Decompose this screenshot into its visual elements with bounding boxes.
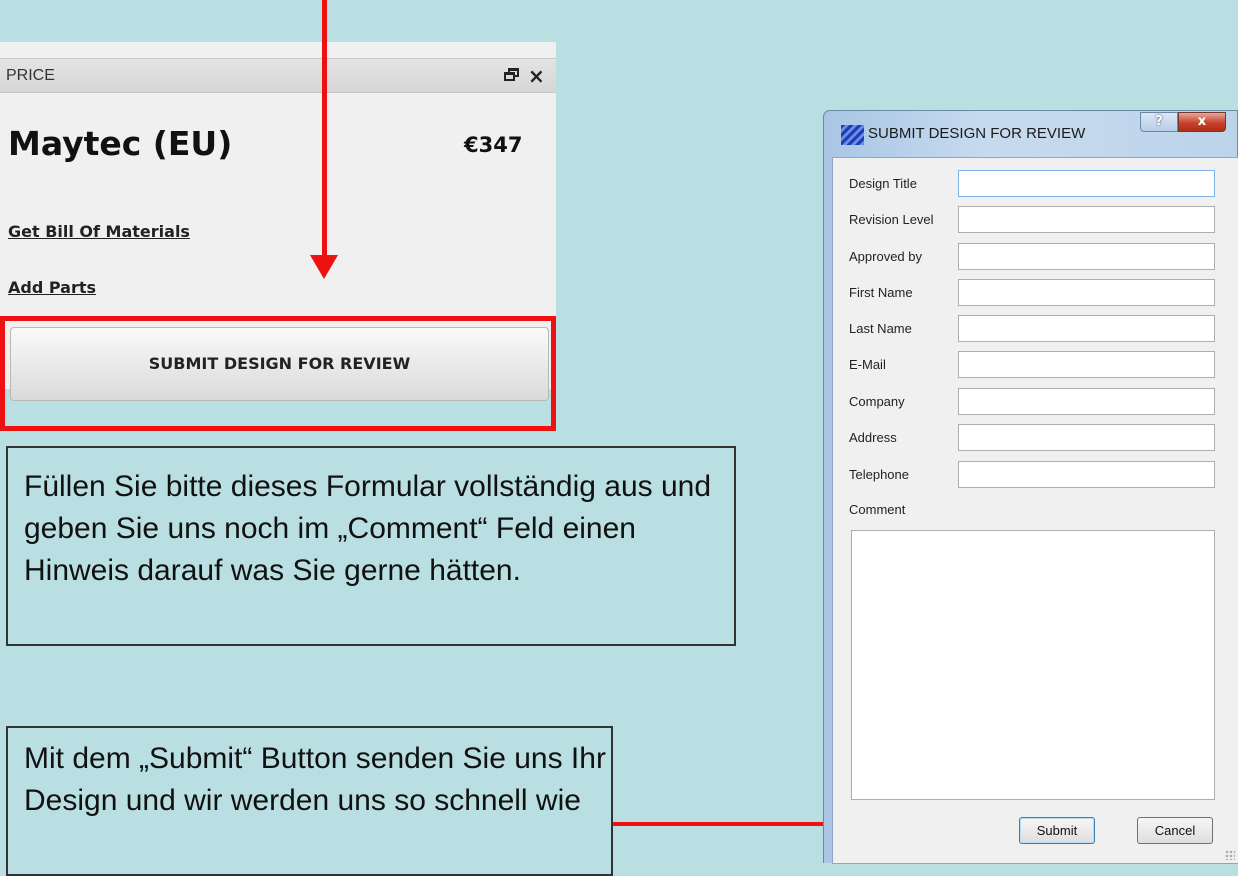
last-name-input[interactable] [958,315,1215,342]
approved-by-input[interactable] [958,243,1215,270]
dialog-title: SUBMIT DESIGN FOR REVIEW [868,125,1086,142]
help-button[interactable]: ? [1140,112,1178,132]
form-instructions-callout: Füllen Sie bitte dieses Formular vollstä… [6,446,736,646]
email-input[interactable] [958,351,1215,378]
approved-by-label: Approved by [849,249,922,264]
address-input[interactable] [958,424,1215,451]
price-panel-header: PRICE × [0,58,556,93]
dialog-body: Design Title Revision Level Approved by … [832,157,1238,864]
telephone-input[interactable] [958,461,1215,488]
revision-level-label: Revision Level [849,212,934,227]
resize-grip-icon[interactable] [1225,850,1235,860]
email-label: E-Mail [849,357,886,372]
comment-textarea[interactable] [851,530,1215,800]
price-amount: €347 [464,133,523,157]
get-bill-of-materials-link[interactable]: Get Bill Of Materials [8,222,190,241]
window-restore-icon[interactable] [504,68,520,82]
add-parts-link[interactable]: Add Parts [8,278,96,297]
arrow-down-line [322,0,327,260]
revision-level-input[interactable] [958,206,1215,233]
first-name-input[interactable] [958,279,1215,306]
submit-design-dialog: SUBMIT DESIGN FOR REVIEW ? x Design Titl… [823,110,1238,864]
comment-label: Comment [849,502,906,517]
app-icon [841,125,864,145]
submit-button[interactable]: Submit [1019,817,1095,844]
design-title-label: Design Title [849,176,917,191]
submit-instructions-callout: Mit dem „Submit“ Button senden Sie uns I… [6,726,613,876]
arrow-down-icon [310,255,338,279]
last-name-label: Last Name [849,321,912,336]
company-input[interactable] [958,388,1215,415]
vendor-name: Maytec (EU) [8,124,233,163]
close-icon[interactable]: × [528,64,545,88]
cancel-button[interactable]: Cancel [1137,817,1213,844]
company-label: Company [849,394,905,409]
telephone-label: Telephone [849,467,909,482]
price-panel: PRICE × Maytec (EU) €347 Get Bill Of Mat… [0,42,556,431]
first-name-label: First Name [849,285,913,300]
design-title-input[interactable] [958,170,1215,197]
submit-design-for-review-button[interactable]: SUBMIT DESIGN FOR REVIEW [10,327,549,401]
address-label: Address [849,430,897,445]
price-panel-title: PRICE [6,67,55,84]
dialog-close-button[interactable]: x [1178,112,1226,132]
